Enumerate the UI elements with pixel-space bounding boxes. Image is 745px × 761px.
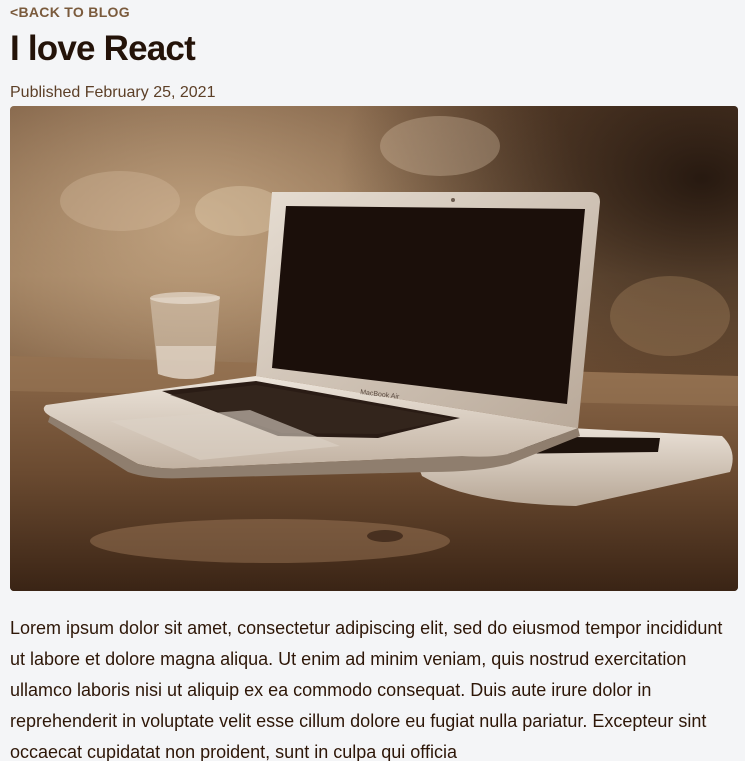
post-title: I love React (10, 29, 196, 68)
blog-post: <BACK TO BLOG I love React Published Feb… (10, 0, 738, 761)
hero-image: MacBook Air (10, 106, 738, 591)
post-body: Lorem ipsum dolor sit amet, consectetur … (10, 618, 723, 761)
published-date: Published February 25, 2021 (10, 84, 216, 101)
back-to-blog-link[interactable]: <BACK TO BLOG (10, 4, 738, 20)
